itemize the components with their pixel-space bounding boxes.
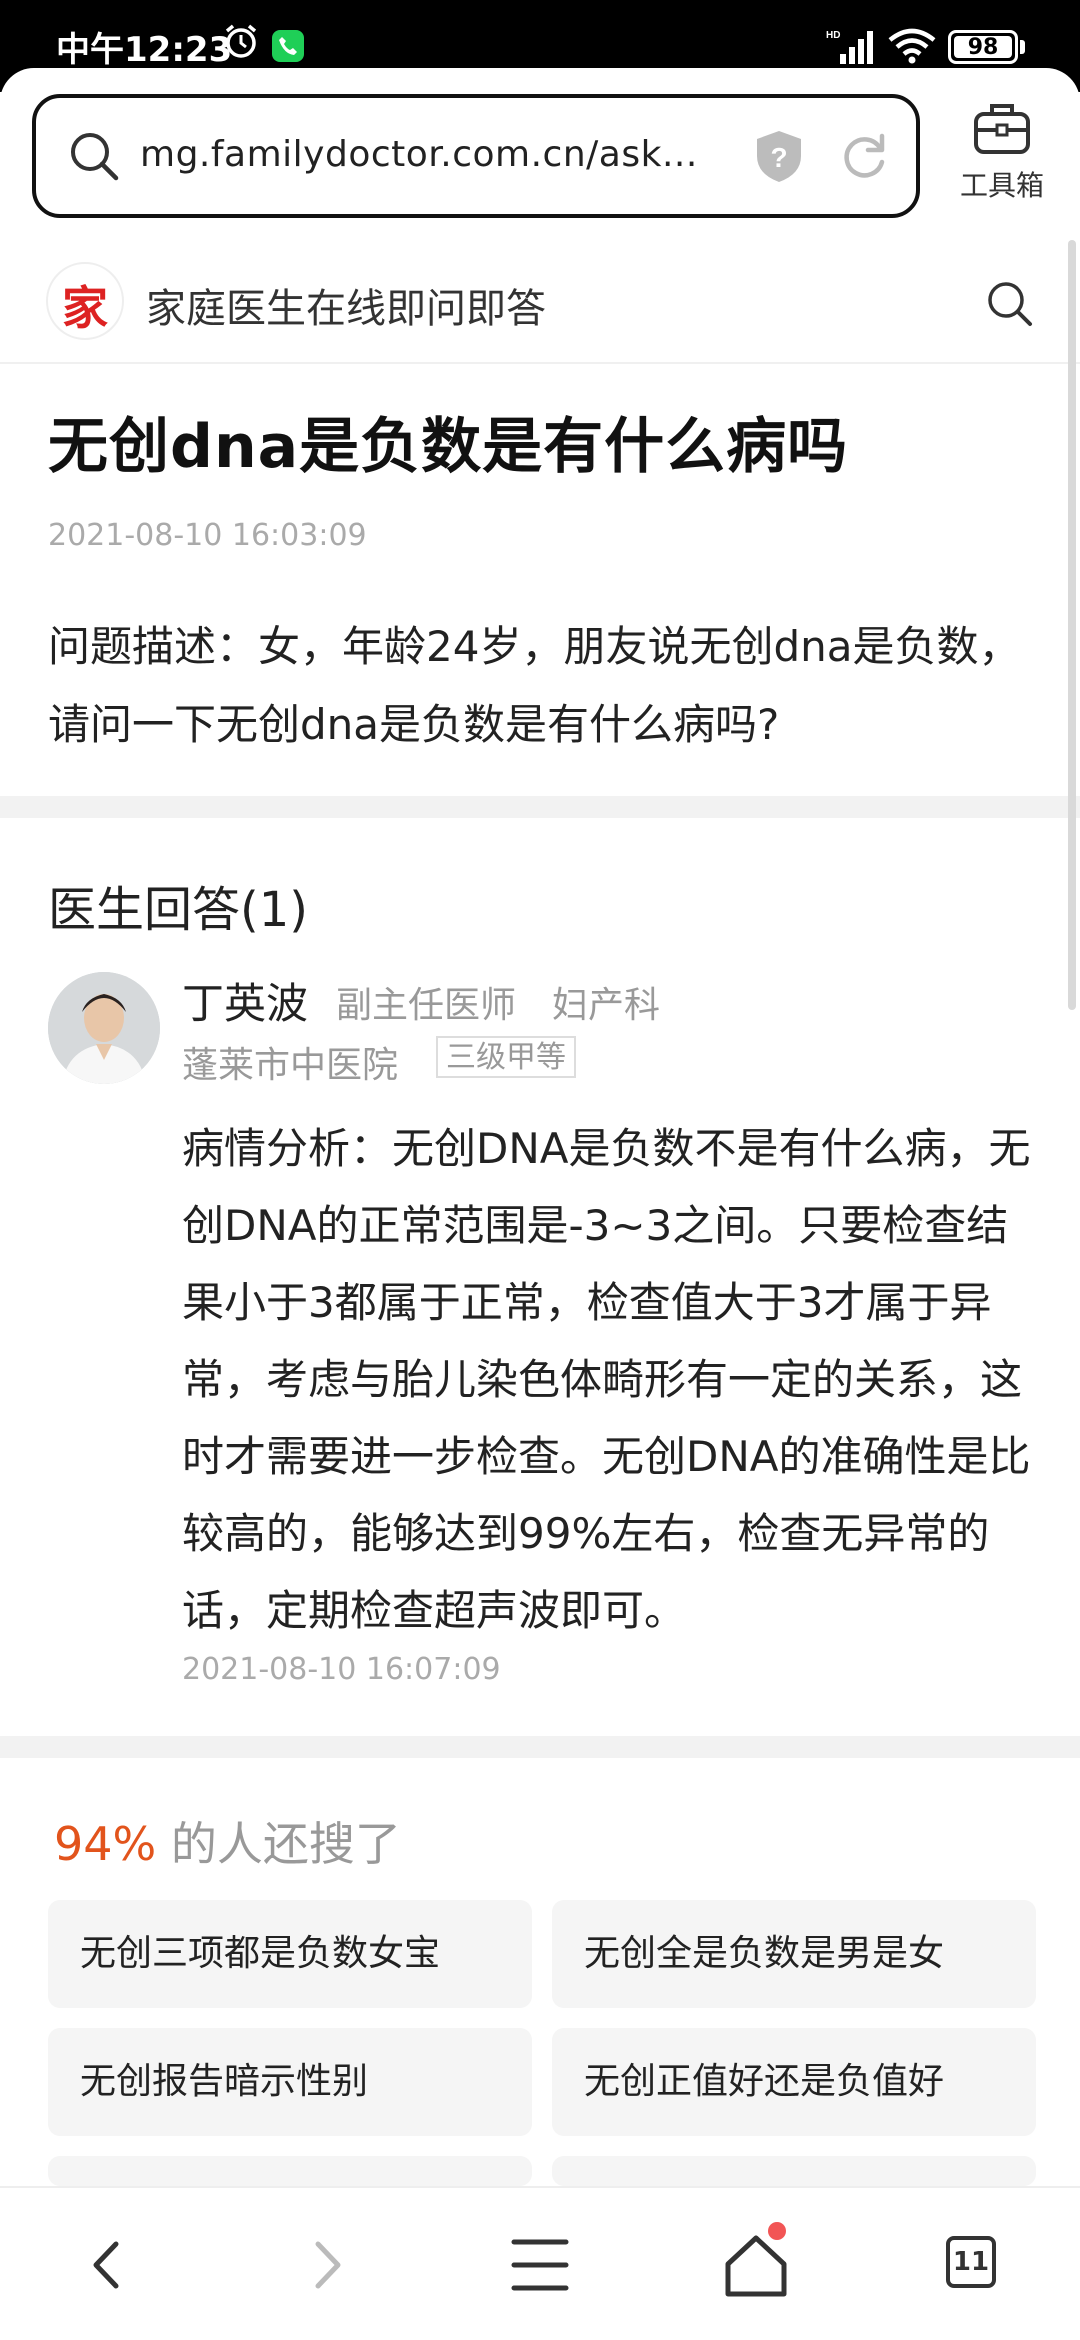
tabs-button[interactable]: 11: [934, 2230, 1014, 2300]
site-title[interactable]: 家庭医生在线即问即答: [146, 276, 546, 334]
scrollbar[interactable]: [1068, 240, 1076, 1010]
home-button[interactable]: [716, 2222, 796, 2300]
signal-icon: HD: [826, 30, 873, 64]
toolbox-icon: [974, 104, 1030, 154]
section-divider: [0, 796, 1080, 818]
related-chip[interactable]: 无创报告暗示性别: [48, 2028, 532, 2136]
tabs-count: 11: [946, 2236, 996, 2288]
related-heading: 94% 的人还搜了: [54, 1808, 401, 1874]
site-search-icon[interactable]: [984, 278, 1036, 330]
doctor-name[interactable]: 丁英波: [182, 970, 308, 1031]
related-heading-text: 的人还搜了: [156, 1817, 401, 1871]
wifi-icon: [888, 28, 936, 64]
doctor-avatar[interactable]: [48, 972, 160, 1084]
doctor-department: 妇产科: [552, 985, 661, 1026]
svg-text:HD: HD: [826, 30, 840, 41]
search-icon: [71, 133, 119, 181]
forward-icon[interactable]: [286, 2230, 366, 2300]
question-title: 无创dna是负数是有什么病吗: [48, 412, 849, 482]
related-chip[interactable]: 无创正值好还是负值好: [552, 2028, 1036, 2136]
answer-date: 2021-08-10 16:07:09: [182, 1652, 501, 1687]
browser-toolbar: mg.familydoctor.com.cn/ask... ? 工具箱: [0, 68, 1080, 234]
call-icon: [272, 30, 304, 62]
section-divider: [0, 1736, 1080, 1758]
url-text[interactable]: mg.familydoctor.com.cn/ask...: [140, 134, 698, 175]
back-icon[interactable]: [68, 2230, 148, 2300]
shield-icon[interactable]: ?: [752, 128, 806, 184]
address-bar[interactable]: mg.familydoctor.com.cn/ask... ?: [32, 94, 920, 218]
reload-icon[interactable]: [836, 128, 892, 184]
question-date: 2021-08-10 16:03:09: [48, 518, 367, 553]
site-logo[interactable]: 家: [46, 262, 124, 340]
related-chip[interactable]: 无创三项都是负数女宝: [48, 1900, 532, 2008]
home-icon: [725, 2235, 787, 2297]
svg-text:?: ?: [770, 142, 787, 173]
hospital-grade-badge: 三级甲等: [436, 1036, 576, 1078]
notification-dot: [768, 2222, 786, 2240]
related-chip-partial[interactable]: [48, 2156, 532, 2186]
bottom-navigation: 11: [0, 2186, 1080, 2340]
doctor-hospital: 蓬莱市中医院: [182, 1045, 399, 1086]
related-chip[interactable]: 无创全是负数是男是女: [552, 1900, 1036, 2008]
answers-heading: 医生回答(1): [48, 882, 308, 938]
answer-text: 病情分析：无创DNA是负数不是有什么病，无创DNA的正常范围是-3~3之间。只要…: [182, 1124, 1031, 1635]
battery-icon: 98: [948, 30, 1018, 64]
menu-icon[interactable]: [500, 2230, 580, 2300]
doctor-title: 副主任医师: [336, 985, 517, 1026]
toolbox-label: 工具箱: [959, 169, 1044, 202]
related-chip-partial[interactable]: [552, 2156, 1036, 2186]
status-time: 中午12:23: [56, 30, 233, 70]
site-header: 家 家庭医生在线即问即答: [0, 234, 1080, 364]
question-description: 问题描述：女，年龄24岁，朋友说无创dna是负数，请问一下无创dna是负数是有什…: [48, 622, 1021, 749]
alarm-icon: [225, 24, 257, 58]
related-percent: 94%: [54, 1817, 157, 1871]
toolbox-button[interactable]: 工具箱: [942, 98, 1062, 204]
